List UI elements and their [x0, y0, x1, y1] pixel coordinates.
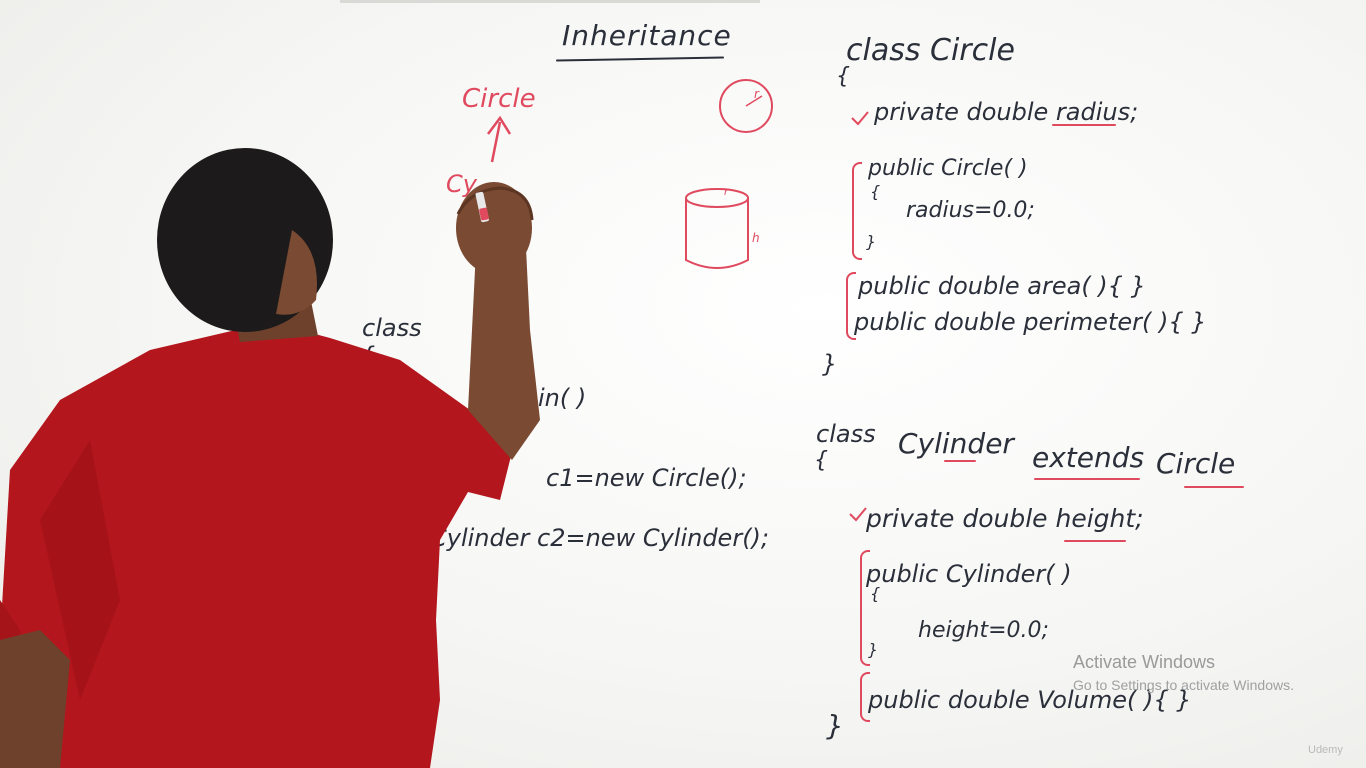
ear: [286, 262, 314, 306]
udemy-logo: Udemy: [1308, 744, 1343, 756]
activate-windows-subtitle: Go to Settings to activate Windows.: [1073, 677, 1294, 693]
activate-windows-title: Activate Windows: [1073, 652, 1216, 672]
left-forearm: [0, 630, 70, 768]
